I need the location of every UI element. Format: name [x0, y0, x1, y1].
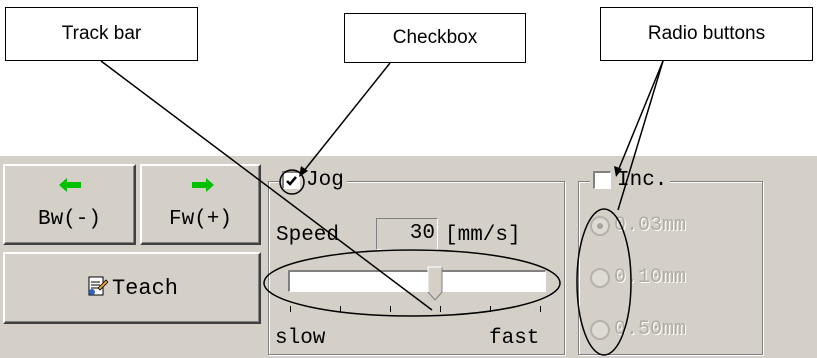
radio-button[interactable] — [590, 215, 610, 236]
backward-button-label: Bw(-) — [37, 208, 101, 231]
inc-checkbox[interactable] — [593, 171, 611, 189]
speed-label: Speed — [276, 224, 340, 247]
inc-radio-option[interactable]: 0.03mm — [590, 214, 686, 237]
inc-option-label: 0.10mm — [614, 266, 687, 289]
callout-checkbox-label: Checkbox — [392, 27, 478, 48]
radio-button[interactable] — [590, 319, 610, 340]
teach-document-icon — [86, 274, 109, 303]
jog-label: Jog — [306, 168, 344, 192]
speed-unit-label: [mm/s] — [445, 224, 521, 247]
trackbar-channel — [288, 270, 546, 292]
green-right-arrow-icon — [192, 178, 214, 197]
inc-radio-option[interactable]: 0.50mm — [590, 318, 686, 341]
jog-group-legend: Jog — [279, 167, 347, 193]
forward-button[interactable]: Fw(+) — [140, 164, 261, 245]
backward-button[interactable]: Bw(-) — [3, 164, 136, 245]
callout-checkbox: Checkbox — [344, 13, 526, 63]
inc-option-label: 0.03mm — [614, 214, 687, 237]
radio-pointer-line-to-checkbox — [617, 60, 664, 172]
inc-label: Inc. — [617, 168, 668, 192]
teach-button[interactable]: Teach — [3, 252, 261, 324]
inc-radio-option[interactable]: 0.10mm — [590, 266, 686, 289]
callout-radio-buttons: Radio buttons — [600, 7, 813, 61]
trackbar-thumb[interactable] — [427, 266, 443, 302]
control-panel: Bw(-) Fw(+) Teach Jog Speed 30 [mm/s] sl… — [0, 156, 817, 358]
trackbar-ticks — [282, 306, 546, 314]
teach-button-content: Teach — [5, 274, 259, 303]
green-left-arrow-icon — [59, 178, 81, 197]
teach-button-label: Teach — [111, 276, 178, 301]
callout-radio-buttons-label: Radio buttons — [647, 23, 766, 44]
inc-group-legend: Inc. — [590, 167, 671, 193]
slider-min-label: slow — [275, 327, 326, 350]
callout-track-bar: Track bar — [5, 7, 198, 61]
radio-button[interactable] — [590, 267, 610, 288]
forward-button-label: Fw(+) — [168, 208, 232, 231]
callout-track-bar-label: Track bar — [61, 23, 142, 44]
speed-value: 30 — [409, 222, 435, 245]
checkmark-icon — [286, 176, 297, 186]
jog-checkbox[interactable] — [282, 171, 300, 189]
radio-selected-dot — [597, 222, 603, 229]
speed-trackbar[interactable] — [282, 264, 546, 318]
speed-value-field: 30 — [376, 218, 438, 250]
inc-option-label: 0.50mm — [614, 318, 687, 341]
slider-max-label: fast — [489, 327, 540, 350]
